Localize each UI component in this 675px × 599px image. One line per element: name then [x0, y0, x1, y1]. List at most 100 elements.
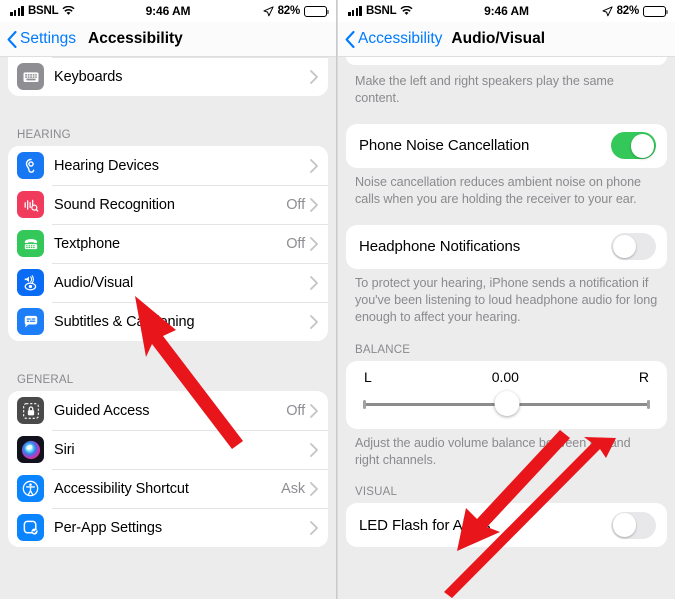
- list-item-label: Per-App Settings: [54, 519, 163, 536]
- per-app-check-glyph: [23, 520, 38, 535]
- phone-noise-cancellation-card: Phone Noise Cancellation: [346, 123, 667, 168]
- nav-bar-left: Settings Accessibility: [0, 22, 336, 57]
- list-item-label: Hearing Devices: [54, 157, 159, 174]
- ear-glyph: [25, 158, 34, 173]
- list-item-accessibility-shortcut[interactable]: Accessibility Shortcut Ask: [8, 469, 328, 508]
- phone-noise-cancellation-toggle[interactable]: [611, 132, 656, 160]
- balance-card: L 0.00 R: [346, 360, 667, 429]
- chevron-right-icon: [310, 236, 328, 251]
- balance-value: 0.00: [491, 368, 519, 385]
- chevron-right-icon: [310, 314, 328, 329]
- left-phone-screen: BSNL 9:46 AM 82% Settings Accessibility …: [0, 0, 337, 599]
- slider-thumb[interactable]: [494, 390, 519, 416]
- chevron-right-icon: [310, 197, 328, 212]
- section-header-general: GENERAL: [17, 374, 74, 386]
- row-led-flash-for-alerts[interactable]: LED Flash for Alerts: [346, 503, 667, 547]
- list-item-value: Off: [286, 235, 305, 252]
- status-bar-right: BSNL 9:46 AM 82%: [338, 0, 675, 22]
- balance-footnote: Adjust the audio volume balance between …: [355, 435, 631, 467]
- left-scroll-area[interactable]: Keyboards HEARING Hearing Devices Sound …: [0, 57, 336, 599]
- list-item-audio-visual[interactable]: Audio/Visual: [8, 263, 328, 302]
- speaker-eye-icon: [17, 269, 44, 296]
- keyboard-icon: [17, 63, 44, 90]
- right-phone-screen: BSNL 9:46 AM 82% Accessibility Audio/Vis…: [338, 0, 675, 599]
- mono-audio-card-clipped: [346, 57, 667, 65]
- list-item-label: Accessibility Shortcut: [54, 480, 189, 497]
- row-phone-noise-cancellation[interactable]: Phone Noise Cancellation: [346, 124, 667, 168]
- general-card: Guided Access Off Siri Accessibility Sho…: [8, 391, 328, 547]
- headphone-notifications-footnote: To protect your hearing, iPhone sends a …: [355, 275, 658, 325]
- sound-waves-search-glyph: [24, 199, 38, 212]
- balance-right-label: R: [638, 368, 649, 385]
- battery-percent-label: 82%: [277, 5, 301, 17]
- accessibility-person-icon: [17, 475, 44, 502]
- slider-right-cap: [647, 399, 650, 409]
- location-arrow-icon: [601, 5, 613, 16]
- balance-left-label: L: [364, 368, 372, 385]
- lock-dashed-icon: [17, 397, 44, 424]
- textphone-icon: [17, 230, 44, 257]
- list-item-label: Subtitles & Captioning: [54, 313, 195, 330]
- status-bar-left: BSNL 9:46 AM 82%: [0, 0, 336, 22]
- led-flash-toggle[interactable]: [611, 511, 656, 539]
- status-bar-right-group: 82%: [601, 5, 669, 17]
- textphone-glyph: [24, 238, 37, 249]
- phone-noise-cancellation-footnote: Noise cancellation reduces ambient noise…: [355, 174, 641, 207]
- list-item-label: Keyboards: [54, 68, 123, 85]
- accessibility-person-glyph: [22, 480, 39, 497]
- list-item-value: Off: [286, 196, 305, 213]
- right-scroll-area[interactable]: Make the left and right speakers play th…: [338, 57, 675, 599]
- mono-audio-footnote: Make the left and right speakers play th…: [355, 74, 614, 106]
- section-header-visual: VISUAL: [355, 486, 398, 499]
- slider-left-cap: [363, 399, 366, 409]
- row-headphone-notifications[interactable]: Headphone Notifications: [346, 225, 667, 269]
- list-item-label: Audio/Visual: [54, 274, 134, 291]
- toggle-knob: [630, 133, 655, 158]
- back-button-settings[interactable]: Settings: [0, 30, 76, 48]
- list-item-textphone[interactable]: Textphone Off: [8, 224, 328, 263]
- led-flash-card: LED Flash for Alerts: [346, 503, 667, 548]
- list-item-hearing-devices[interactable]: Hearing Devices: [8, 146, 328, 185]
- list-item-label: Guided Access: [54, 402, 150, 419]
- led-flash-label: LED Flash for Alerts: [359, 516, 491, 534]
- list-item-per-app-settings[interactable]: Per-App Settings: [8, 508, 328, 547]
- battery-icon: [643, 5, 669, 17]
- keyboard-glyph: [23, 71, 38, 82]
- hearing-card: Hearing Devices Sound Recognition Off Te…: [8, 146, 328, 341]
- lock-dashed-glyph: [22, 402, 39, 419]
- list-item-subtitles-captioning[interactable]: Subtitles & Captioning: [8, 302, 328, 341]
- siri-orb-glyph: [21, 440, 40, 459]
- phone-noise-cancellation-label: Phone Noise Cancellation: [359, 137, 530, 155]
- headphone-notifications-card: Headphone Notifications: [346, 224, 667, 269]
- list-item-siri[interactable]: Siri: [8, 430, 328, 469]
- location-arrow-icon: [262, 5, 274, 16]
- siri-orb-icon: [17, 436, 44, 463]
- headphone-notifications-toggle[interactable]: [611, 233, 656, 260]
- ear-icon: [17, 152, 44, 179]
- chevron-right-icon: [310, 403, 328, 418]
- battery-percent-label: 82%: [616, 5, 640, 17]
- chevron-right-icon: [310, 481, 328, 496]
- chevron-right-icon: [310, 69, 328, 84]
- dual-screenshot-container: BSNL 9:46 AM 82% Settings Accessibility …: [0, 0, 675, 599]
- back-button-accessibility[interactable]: Accessibility: [338, 30, 442, 48]
- back-button-label: Accessibility: [358, 30, 443, 47]
- speaker-eye-glyph: [24, 274, 36, 290]
- sound-waves-search-icon: [17, 191, 44, 218]
- keyboards-card: Keyboards: [8, 57, 328, 96]
- caption-bubble-icon: [17, 308, 44, 335]
- list-item-sound-recognition[interactable]: Sound Recognition Off: [8, 185, 328, 224]
- status-bar-right-group: 82%: [262, 5, 330, 17]
- list-item-guided-access[interactable]: Guided Access Off: [8, 391, 328, 430]
- back-button-label: Settings: [20, 30, 77, 47]
- balance-slider[interactable]: [360, 390, 653, 417]
- chevron-right-icon: [310, 442, 328, 457]
- list-item-label: Siri: [54, 441, 75, 458]
- chevron-right-icon: [310, 520, 328, 535]
- list-item-value: Ask: [281, 480, 305, 497]
- list-item-keyboards[interactable]: Keyboards: [8, 57, 328, 96]
- toggle-knob: [612, 513, 637, 538]
- list-item-label: Sound Recognition: [54, 196, 175, 213]
- page-title-accessibility: Accessibility: [88, 30, 183, 47]
- page-title-audio-visual: Audio/Visual: [451, 30, 546, 47]
